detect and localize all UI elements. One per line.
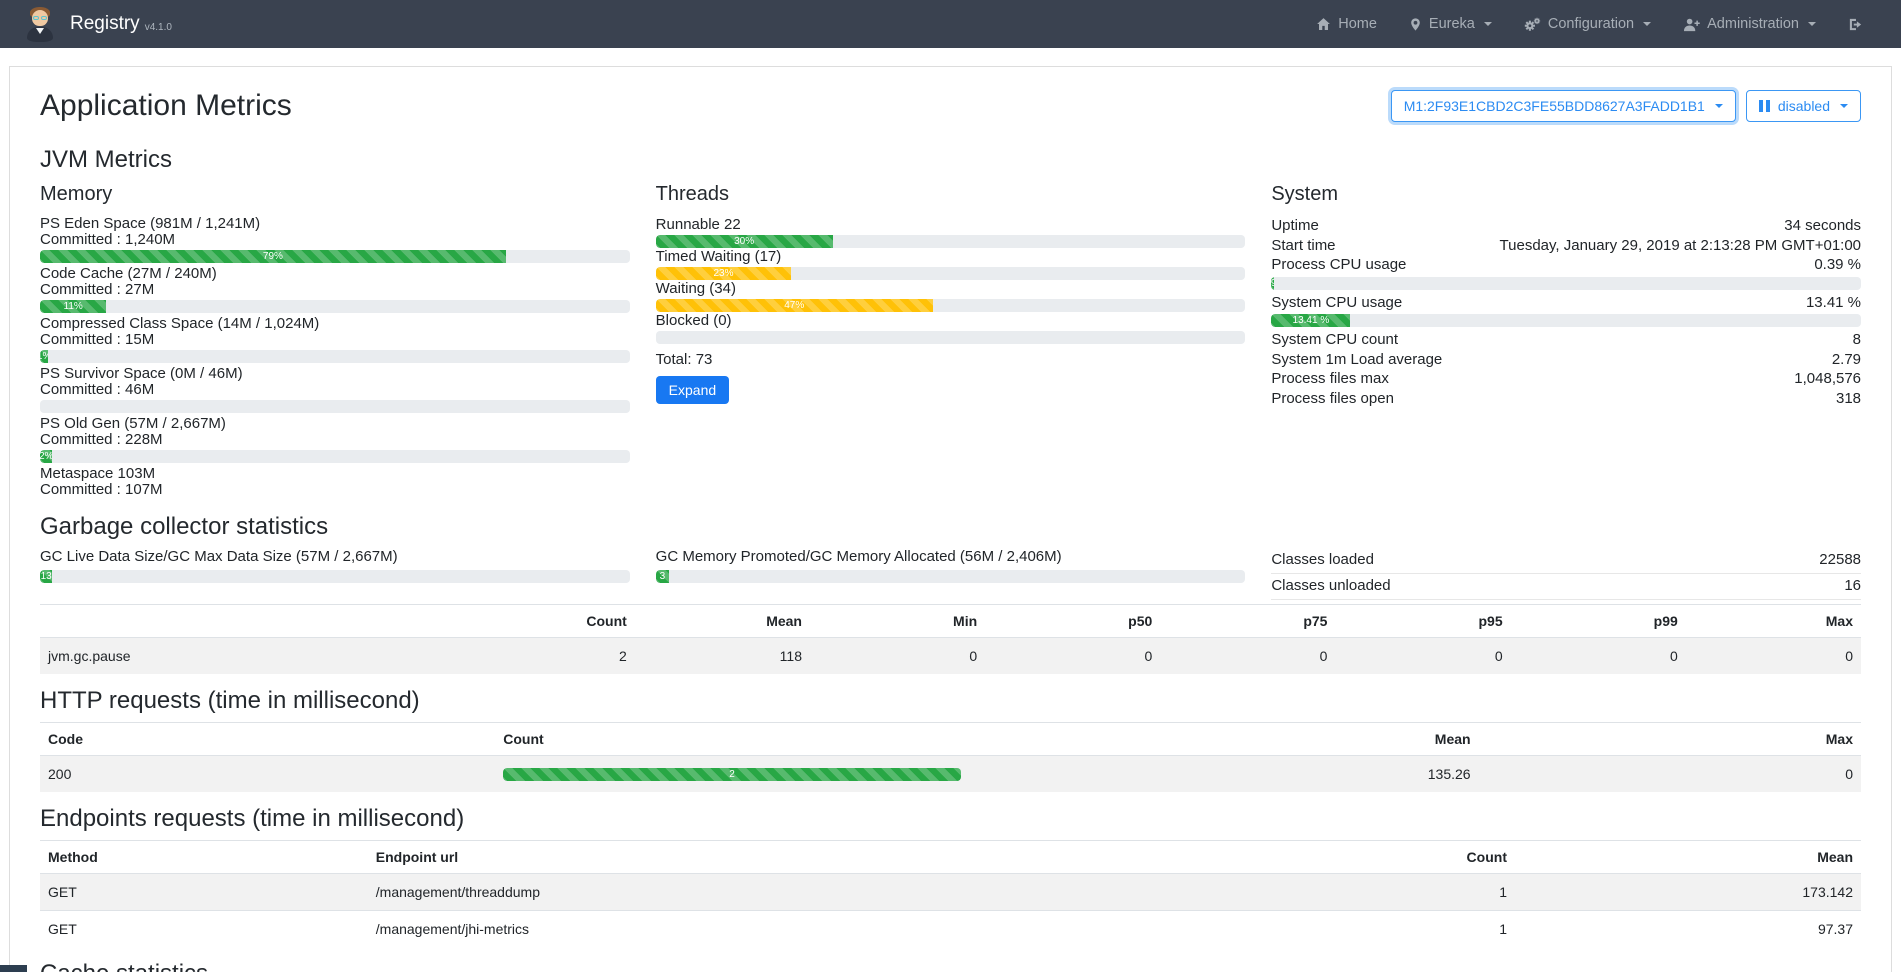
gc-classes: Classes loaded22588 Classes unloaded16 [1271,548,1861,600]
progress-bar: 23% [656,267,792,280]
table-header-row: Method Endpoint url Count Mean [40,841,1861,874]
pause-icon [1759,100,1770,112]
memory-heading: Memory [40,183,630,205]
memory-metric-code-cache: Code Cache (27M / 240M) Committed : 27M … [40,266,630,313]
progress-track: 2 [503,768,960,781]
chevron-down-icon [1484,22,1492,26]
thread-metric-blocked: Blocked (0) 0% [656,312,1246,344]
gc-pause-table: Count Mean Min p50 p75 p95 p99 Max jvm.g… [40,604,1861,674]
thread-metric-timed-waiting: Timed Waiting (17) 23% [656,248,1246,280]
table-header-row: Code Count Mean Max [40,723,1861,756]
chevron-down-icon [1808,22,1816,26]
memory-metric-metaspace: Metaspace 103M Committed : 107M [40,466,630,498]
progress-bar: 2 [503,768,960,781]
memory-metric-compressed-class: Compressed Class Space (14M / 1,024M) Co… [40,316,630,363]
progress-bar: 47% [656,299,933,312]
system-row-load-average: System 1m Load average2.79 [1271,350,1861,370]
nav-signout[interactable] [1832,0,1879,48]
classes-unloaded-row: Classes unloaded16 [1271,574,1861,600]
memory-metric-old-gen: PS Old Gen (57M / 2,667M) Committed : 22… [40,416,630,463]
table-header-row: Count Mean Min p50 p75 p95 p99 Max [40,605,1861,638]
chevron-down-icon [1840,104,1848,108]
gears-icon [1524,17,1541,32]
table-row: GET /management/threaddump 1 173.142 [40,874,1861,911]
progress-track: 3 [656,570,1246,583]
memory-metric-eden: PS Eden Space (981M / 1,241M) Committed … [40,216,630,263]
system-row-system-cpu: System CPU usage13.41 % [1271,293,1861,313]
system-heading: System [1271,183,1861,205]
progress-bar: 30% [656,235,833,248]
progress-bar: 11% [40,300,106,313]
progress-track: 1% [40,350,630,363]
system-row-uptime: Uptime34 seconds [1271,216,1861,236]
system-row-files-open: Process files open318 [1271,389,1861,409]
memory-metric-survivor: PS Survivor Space (0M / 46M) Committed :… [40,366,630,413]
progress-track: 23% [656,267,1246,280]
progress-track: 30% [656,235,1246,248]
table-row: GET /management/jhi-metrics 1 97.37 [40,911,1861,948]
endpoints-requests-heading: Endpoints requests (time in millisecond) [40,806,1861,832]
progress-bar: 13.41 % [1271,314,1350,327]
progress-track: 11% [40,300,630,313]
progress-bar: 0.39 % [1271,277,1273,290]
jhipster-logo [22,6,58,42]
brand-link[interactable]: Registry v4.1.0 [22,6,172,42]
system-row-start-time: Start timeTuesday, January 29, 2019 at 2… [1271,236,1861,256]
main-container: Application Metrics M1:2F93E1CBD2C3FE55B… [9,66,1892,972]
table-row: jvm.gc.pause 2 118 0 0 0 0 0 0 [40,638,1861,675]
progress-track: 13.41 % [1271,314,1861,327]
system-column: System Uptime34 seconds Start timeTuesda… [1271,183,1861,500]
memory-column: Memory PS Eden Space (981M / 1,241M) Com… [40,183,630,500]
progress-track: 0% [656,331,1246,344]
progress-track: 0.39 % [1271,277,1861,290]
jvm-metrics-heading: JVM Metrics [40,147,1861,173]
table-row: 200 2 135.26 0 [40,756,1861,793]
cache-statistics-heading: Cache statistics [40,961,1861,972]
nav-administration[interactable]: Administration [1667,0,1832,48]
progress-bar: 13 [40,570,52,583]
progress-bar: 1% [40,350,48,363]
gc-promoted: GC Memory Promoted/GC Memory Allocated (… [656,548,1246,600]
home-icon [1316,17,1331,32]
progress-track: 0% [40,400,630,413]
chevron-down-icon [1715,104,1723,108]
navbar: Registry v4.1.0 Home Eureka [0,0,1901,48]
footer-fragment [0,965,27,972]
nav-configuration[interactable]: Configuration [1508,0,1667,48]
system-row-process-cpu: Process CPU usage0.39 % [1271,255,1861,275]
endpoints-requests-table: Method Endpoint url Count Mean GET /mana… [40,840,1861,947]
gc-heading: Garbage collector statistics [40,514,1861,540]
gc-live-data: GC Live Data Size/GC Max Data Size (57M … [40,548,630,600]
http-requests-table: Code Count Mean Max 200 2 135.26 0 [40,722,1861,792]
progress-bar: 79% [40,250,506,263]
progress-track: 47% [656,299,1246,312]
brand-version: v4.1.0 [145,22,172,33]
system-row-cpu-count: System CPU count8 [1271,330,1861,350]
progress-bar: 3 [656,570,670,583]
threads-column: Threads Runnable 22 30% Timed Waiting (1… [656,183,1246,500]
chevron-down-icon [1643,22,1651,26]
user-plus-icon [1683,17,1700,32]
nav-eureka[interactable]: Eureka [1393,0,1508,48]
page-title: Application Metrics [40,89,292,123]
instance-selector-dropdown[interactable]: M1:2F93E1CBD2C3FE55BDD8627A3FADD1B1 [1391,90,1736,122]
classes-loaded-row: Classes loaded22588 [1271,548,1861,574]
progress-track: 79% [40,250,630,263]
progress-track: 13 [40,570,630,583]
progress-bar: 2% [40,450,52,463]
sign-out-icon [1848,17,1863,32]
expand-button[interactable]: Expand [656,376,729,404]
http-requests-heading: HTTP requests (time in millisecond) [40,688,1861,714]
refresh-toggle-dropdown[interactable]: disabled [1746,90,1861,122]
nav-home[interactable]: Home [1300,0,1393,48]
thread-metric-waiting: Waiting (34) 47% [656,280,1246,312]
progress-track: 2% [40,450,630,463]
threads-heading: Threads [656,183,1246,205]
threads-total: Total: 73 [656,351,1246,368]
brand-name: Registry [70,13,140,35]
thread-metric-runnable: Runnable 22 30% [656,216,1246,248]
system-row-files-max: Process files max1,048,576 [1271,369,1861,389]
map-marker-icon [1409,17,1422,32]
